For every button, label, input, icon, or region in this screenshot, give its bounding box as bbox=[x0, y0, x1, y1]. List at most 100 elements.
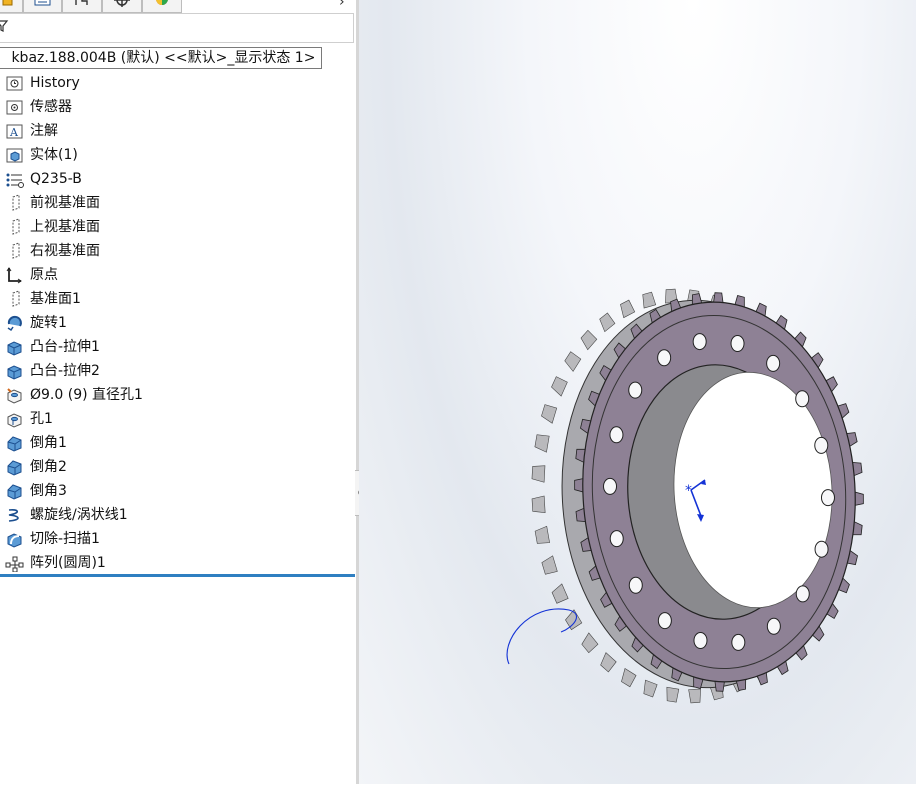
tree-item-label: 右视基准面 bbox=[30, 243, 100, 259]
chamfer-icon bbox=[7, 436, 22, 452]
gear-tooth-back bbox=[565, 609, 583, 631]
tree-item-history[interactable]: History bbox=[0, 71, 356, 95]
tree-item-helix[interactable]: 螺旋线/涡状线1 bbox=[0, 503, 356, 527]
tree-item-revolve[interactable]: 旋转1 bbox=[0, 311, 356, 335]
tab-display-manager[interactable] bbox=[142, 0, 182, 13]
swept-cut-icon bbox=[7, 533, 22, 548]
gear-tooth-back bbox=[581, 632, 599, 654]
chamfer-icon bbox=[7, 460, 22, 476]
bolt-hole bbox=[730, 335, 745, 353]
gear-tooth-back bbox=[642, 291, 657, 309]
helix-icon bbox=[8, 509, 19, 522]
tree-item-hole-wizard[interactable]: Ø9.0 (9) 直径孔1 bbox=[0, 383, 356, 407]
gear-tooth-back bbox=[551, 376, 568, 397]
tree-item-label: 传感器 bbox=[30, 99, 72, 115]
plane-icon bbox=[12, 290, 20, 307]
tree-item-extrude[interactable]: 凸台-拉伸2 bbox=[0, 359, 356, 383]
extrude-icon bbox=[7, 341, 22, 356]
tab-property-manager[interactable] bbox=[23, 0, 62, 13]
tree-item-label: 前视基准面 bbox=[30, 195, 100, 211]
gear-ring-model[interactable]: * bbox=[359, 0, 916, 784]
tree-item-chamfer[interactable]: 倒角3 bbox=[0, 479, 356, 503]
chamfer-icon bbox=[7, 484, 22, 500]
tree-item-label: Q235-B bbox=[30, 171, 82, 187]
bolt-hole bbox=[692, 333, 707, 351]
bolt-hole bbox=[628, 381, 643, 399]
tree-item-label: 阵列(圆周)1 bbox=[30, 555, 106, 571]
tree-item-extrude[interactable]: 凸台-拉伸1 bbox=[0, 335, 356, 359]
tree-item-hole[interactable]: 孔1 bbox=[0, 407, 356, 431]
helix-sketch-curve bbox=[506, 608, 578, 665]
crosshair-icon bbox=[114, 0, 130, 7]
graphics-area[interactable]: * bbox=[359, 0, 916, 784]
tree-item-sensor[interactable]: 传感器 bbox=[0, 95, 356, 119]
tree-item-label: Ø9.0 (9) 直径孔1 bbox=[30, 387, 143, 403]
gear-tooth-back bbox=[531, 465, 546, 483]
gear-tooth-back bbox=[621, 668, 637, 688]
tree-item-plane[interactable]: 上视基准面 bbox=[0, 215, 356, 239]
gear-tooth-back bbox=[551, 583, 569, 604]
bolt-hole bbox=[603, 477, 618, 495]
rollback-bar[interactable] bbox=[0, 574, 355, 577]
property-list-icon bbox=[34, 0, 51, 6]
root-label: kbaz.188.004B (默认) <<默认>_显示状态 1> bbox=[11, 50, 316, 66]
gear-tooth-back bbox=[541, 555, 558, 575]
gear-tooth-back bbox=[599, 312, 616, 333]
tree-item-label: History bbox=[30, 75, 80, 91]
tree-item-label: 实体(1) bbox=[30, 147, 78, 163]
tab-feature-manager[interactable] bbox=[0, 0, 23, 13]
bolt-hole bbox=[731, 633, 746, 651]
tree-item-label: 旋转1 bbox=[30, 315, 67, 331]
revolve-icon bbox=[7, 315, 22, 332]
tree-item-label: 倒角2 bbox=[30, 459, 67, 475]
gear-tooth-back bbox=[580, 329, 598, 351]
material-icon bbox=[6, 173, 24, 188]
bolt-hole bbox=[795, 390, 810, 408]
tab-configuration-manager[interactable] bbox=[62, 0, 102, 13]
filter-icon[interactable] bbox=[0, 20, 9, 32]
feature-filter-bar[interactable] bbox=[0, 13, 354, 43]
tab-dimxpert-manager[interactable] bbox=[102, 0, 142, 13]
bolt-hole bbox=[820, 489, 835, 507]
gear-tooth-back bbox=[643, 679, 658, 698]
gear-tooth-back bbox=[531, 495, 546, 514]
tree-item-origin[interactable]: 原点 bbox=[0, 263, 356, 287]
tree-item-label: 螺旋线/涡状线1 bbox=[30, 507, 128, 523]
tree-item-label: 基准面1 bbox=[30, 291, 81, 307]
bolt-hole bbox=[609, 530, 624, 548]
gear-tooth-back bbox=[564, 351, 582, 372]
tree-item-chamfer[interactable]: 倒角1 bbox=[0, 431, 356, 455]
tree-item-annotation[interactable]: A 注解 bbox=[0, 119, 356, 143]
tree-item-plane[interactable]: 基准面1 bbox=[0, 287, 356, 311]
tree-item-label: 孔1 bbox=[30, 411, 53, 427]
gear-tooth-back bbox=[620, 299, 636, 319]
bolt-hole bbox=[693, 631, 708, 649]
tree-item-label: 上视基准面 bbox=[30, 219, 100, 235]
tree-item-label: 切除-扫描1 bbox=[30, 531, 100, 547]
chevron-right-icon[interactable]: › bbox=[339, 0, 345, 10]
tree-item-solid-bodies[interactable]: 实体(1) bbox=[0, 143, 356, 167]
tree-item-circular-pattern[interactable]: 阵列(圆周)1 bbox=[0, 551, 356, 575]
bolt-hole bbox=[628, 576, 643, 594]
tree-item-chamfer[interactable]: 倒角2 bbox=[0, 455, 356, 479]
tree-item-label: 注解 bbox=[30, 123, 58, 139]
appearance-ball-icon bbox=[156, 0, 168, 5]
gear-tooth-back bbox=[600, 652, 617, 673]
annotation-icon: A bbox=[6, 124, 23, 139]
plane-icon bbox=[12, 218, 20, 235]
hole-icon bbox=[7, 413, 22, 428]
sensor-icon bbox=[6, 100, 23, 115]
tree-item-label: 凸台-拉伸2 bbox=[30, 363, 100, 379]
tree-item-plane[interactable]: 右视基准面 bbox=[0, 239, 356, 263]
part-root-node[interactable]: kbaz.188.004B (默认) <<默认>_显示状态 1> bbox=[0, 47, 323, 69]
hole-wizard-icon bbox=[7, 388, 22, 404]
configuration-icon bbox=[75, 0, 88, 5]
tree-item-plane[interactable]: 前视基准面 bbox=[0, 191, 356, 215]
extrude-icon bbox=[7, 365, 22, 380]
bolt-hole bbox=[795, 585, 810, 603]
tree-item-swept-cut[interactable]: 切除-扫描1 bbox=[0, 527, 356, 551]
plane-icon bbox=[12, 194, 20, 211]
tree-item-label: 倒角1 bbox=[30, 435, 67, 451]
plane-icon bbox=[12, 242, 20, 259]
tree-item-material[interactable]: Q235-B bbox=[0, 167, 356, 191]
